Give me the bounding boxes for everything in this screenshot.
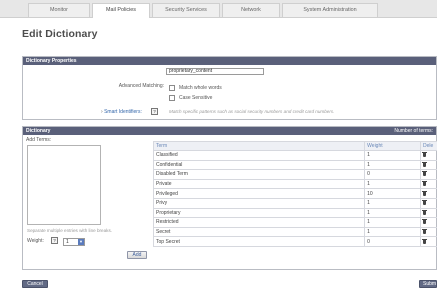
table-row: Proprietary 1 (152, 207, 437, 219)
help-icon[interactable]: ? (51, 237, 58, 244)
table-row: Privileged 10 (152, 188, 437, 199)
panel-header: Dictionary Properties (23, 57, 436, 65)
term-cell: Private (152, 178, 366, 190)
table-row: Confidential 1 (152, 159, 437, 171)
case-sensitive-label: Case Sensitive (179, 95, 213, 101)
trash-icon[interactable] (421, 209, 427, 215)
panel-title: Dictionary Properties (26, 58, 77, 64)
delete-cell[interactable] (419, 197, 437, 209)
table-row: Privy 1 (152, 197, 437, 209)
delete-cell[interactable] (419, 236, 437, 247)
delete-column-header: Dele (419, 141, 437, 151)
delete-cell[interactable] (419, 226, 437, 238)
weight-cell: 0 (364, 236, 421, 247)
trash-icon[interactable] (421, 171, 427, 177)
weight-cell: 1 (364, 150, 421, 161)
terms-table: Term Weight Dele Classified 1 Confidenti… (152, 141, 437, 247)
match-whole-words-checkbox[interactable] (169, 85, 175, 91)
delete-cell[interactable] (419, 207, 437, 219)
expand-arrow-icon: › (101, 109, 103, 115)
weight-cell: 1 (364, 207, 421, 219)
match-whole-words-label: Match whole words (179, 85, 222, 91)
table-header-row: Term Weight Dele (152, 141, 437, 151)
weight-select-value: 1 (66, 239, 69, 245)
submit-button[interactable]: Subm (419, 280, 437, 288)
help-icon[interactable]: ? (151, 108, 158, 115)
tab-security-services[interactable]: Security Services (152, 3, 220, 17)
weight-cell: 1 (364, 178, 421, 190)
term-cell: Confidential (152, 159, 366, 171)
chevron-down-icon: ▼ (78, 239, 84, 245)
panel-header: Dictionary Number of terms: (23, 127, 436, 135)
trash-icon[interactable] (421, 181, 427, 187)
weight-cell: 1 (364, 197, 421, 209)
table-row: Secret 1 (152, 226, 437, 238)
term-cell: Restricted (152, 217, 366, 228)
trash-icon[interactable] (421, 229, 427, 235)
weight-cell: 10 (364, 188, 421, 199)
smart-identifiers-expander[interactable]: › Smart Identifiers: (101, 109, 142, 115)
case-sensitive-checkbox[interactable] (169, 95, 175, 101)
add-terms-textarea[interactable] (27, 145, 101, 225)
weight-cell: 1 (364, 226, 421, 238)
table-row: Classified 1 (152, 150, 437, 161)
table-row: Top Secret 0 (152, 236, 437, 247)
term-cell: Top Secret (152, 236, 366, 247)
dictionary-properties-panel: Dictionary Properties Name: proprietary_… (22, 56, 437, 120)
tab-mail-policies[interactable]: Mail Policies (92, 3, 150, 18)
name-input[interactable]: proprietary_content (166, 68, 264, 75)
page-title: Edit Dictionary (22, 28, 98, 40)
table-row: Restricted 1 (152, 217, 437, 228)
term-column-header: Term (152, 141, 366, 151)
delete-cell[interactable] (419, 159, 437, 171)
weight-cell: 1 (364, 217, 421, 228)
top-nav: Monitor Mail Policies Security Services … (0, 0, 437, 18)
dictionary-panel: Dictionary Number of terms: Add Terms: S… (22, 126, 437, 270)
cancel-button[interactable]: Cancel (22, 280, 48, 288)
add-terms-label: Add Terms: (26, 137, 52, 143)
delete-cell[interactable] (419, 178, 437, 190)
weight-select[interactable]: 1 ▼ (63, 238, 85, 246)
weight-cell: 1 (364, 159, 421, 171)
term-cell: Secret (152, 226, 366, 238)
smart-identifiers-label[interactable]: Smart Identifiers: (104, 109, 142, 115)
term-cell: Disabled Term (152, 169, 366, 180)
weight-column-header: Weight (364, 141, 421, 151)
term-count-label: Number of terms: (394, 128, 433, 134)
tab-monitor[interactable]: Monitor (28, 3, 90, 17)
weight-label: Weight: (27, 238, 44, 244)
trash-icon[interactable] (421, 161, 427, 167)
term-cell: Privy (152, 197, 366, 209)
table-row: Private 1 (152, 178, 437, 190)
add-button[interactable]: Add (127, 251, 147, 259)
delete-cell[interactable] (419, 188, 437, 199)
tab-network[interactable]: Network (222, 3, 280, 17)
weight-cell: 0 (364, 169, 421, 180)
separate-entries-hint: Separate multiple entries with line brea… (27, 228, 113, 233)
delete-cell[interactable] (419, 150, 437, 161)
delete-cell[interactable] (419, 217, 437, 228)
panel-title: Dictionary (26, 128, 51, 134)
term-cell: Proprietary (152, 207, 366, 219)
trash-icon[interactable] (421, 152, 427, 158)
trash-icon[interactable] (421, 190, 427, 196)
table-row: Disabled Term 0 (152, 169, 437, 180)
tab-system-administration[interactable]: System Administration (282, 3, 378, 17)
smart-identifiers-hint: Match specific patterns such as social s… (169, 109, 335, 114)
trash-icon[interactable] (421, 219, 427, 225)
trash-icon[interactable] (421, 200, 427, 206)
advanced-matching-label: Advanced Matching: (118, 83, 164, 89)
term-cell: Privileged (152, 188, 366, 199)
delete-cell[interactable] (419, 169, 437, 180)
term-cell: Classified (152, 150, 366, 161)
trash-icon[interactable] (421, 238, 427, 244)
